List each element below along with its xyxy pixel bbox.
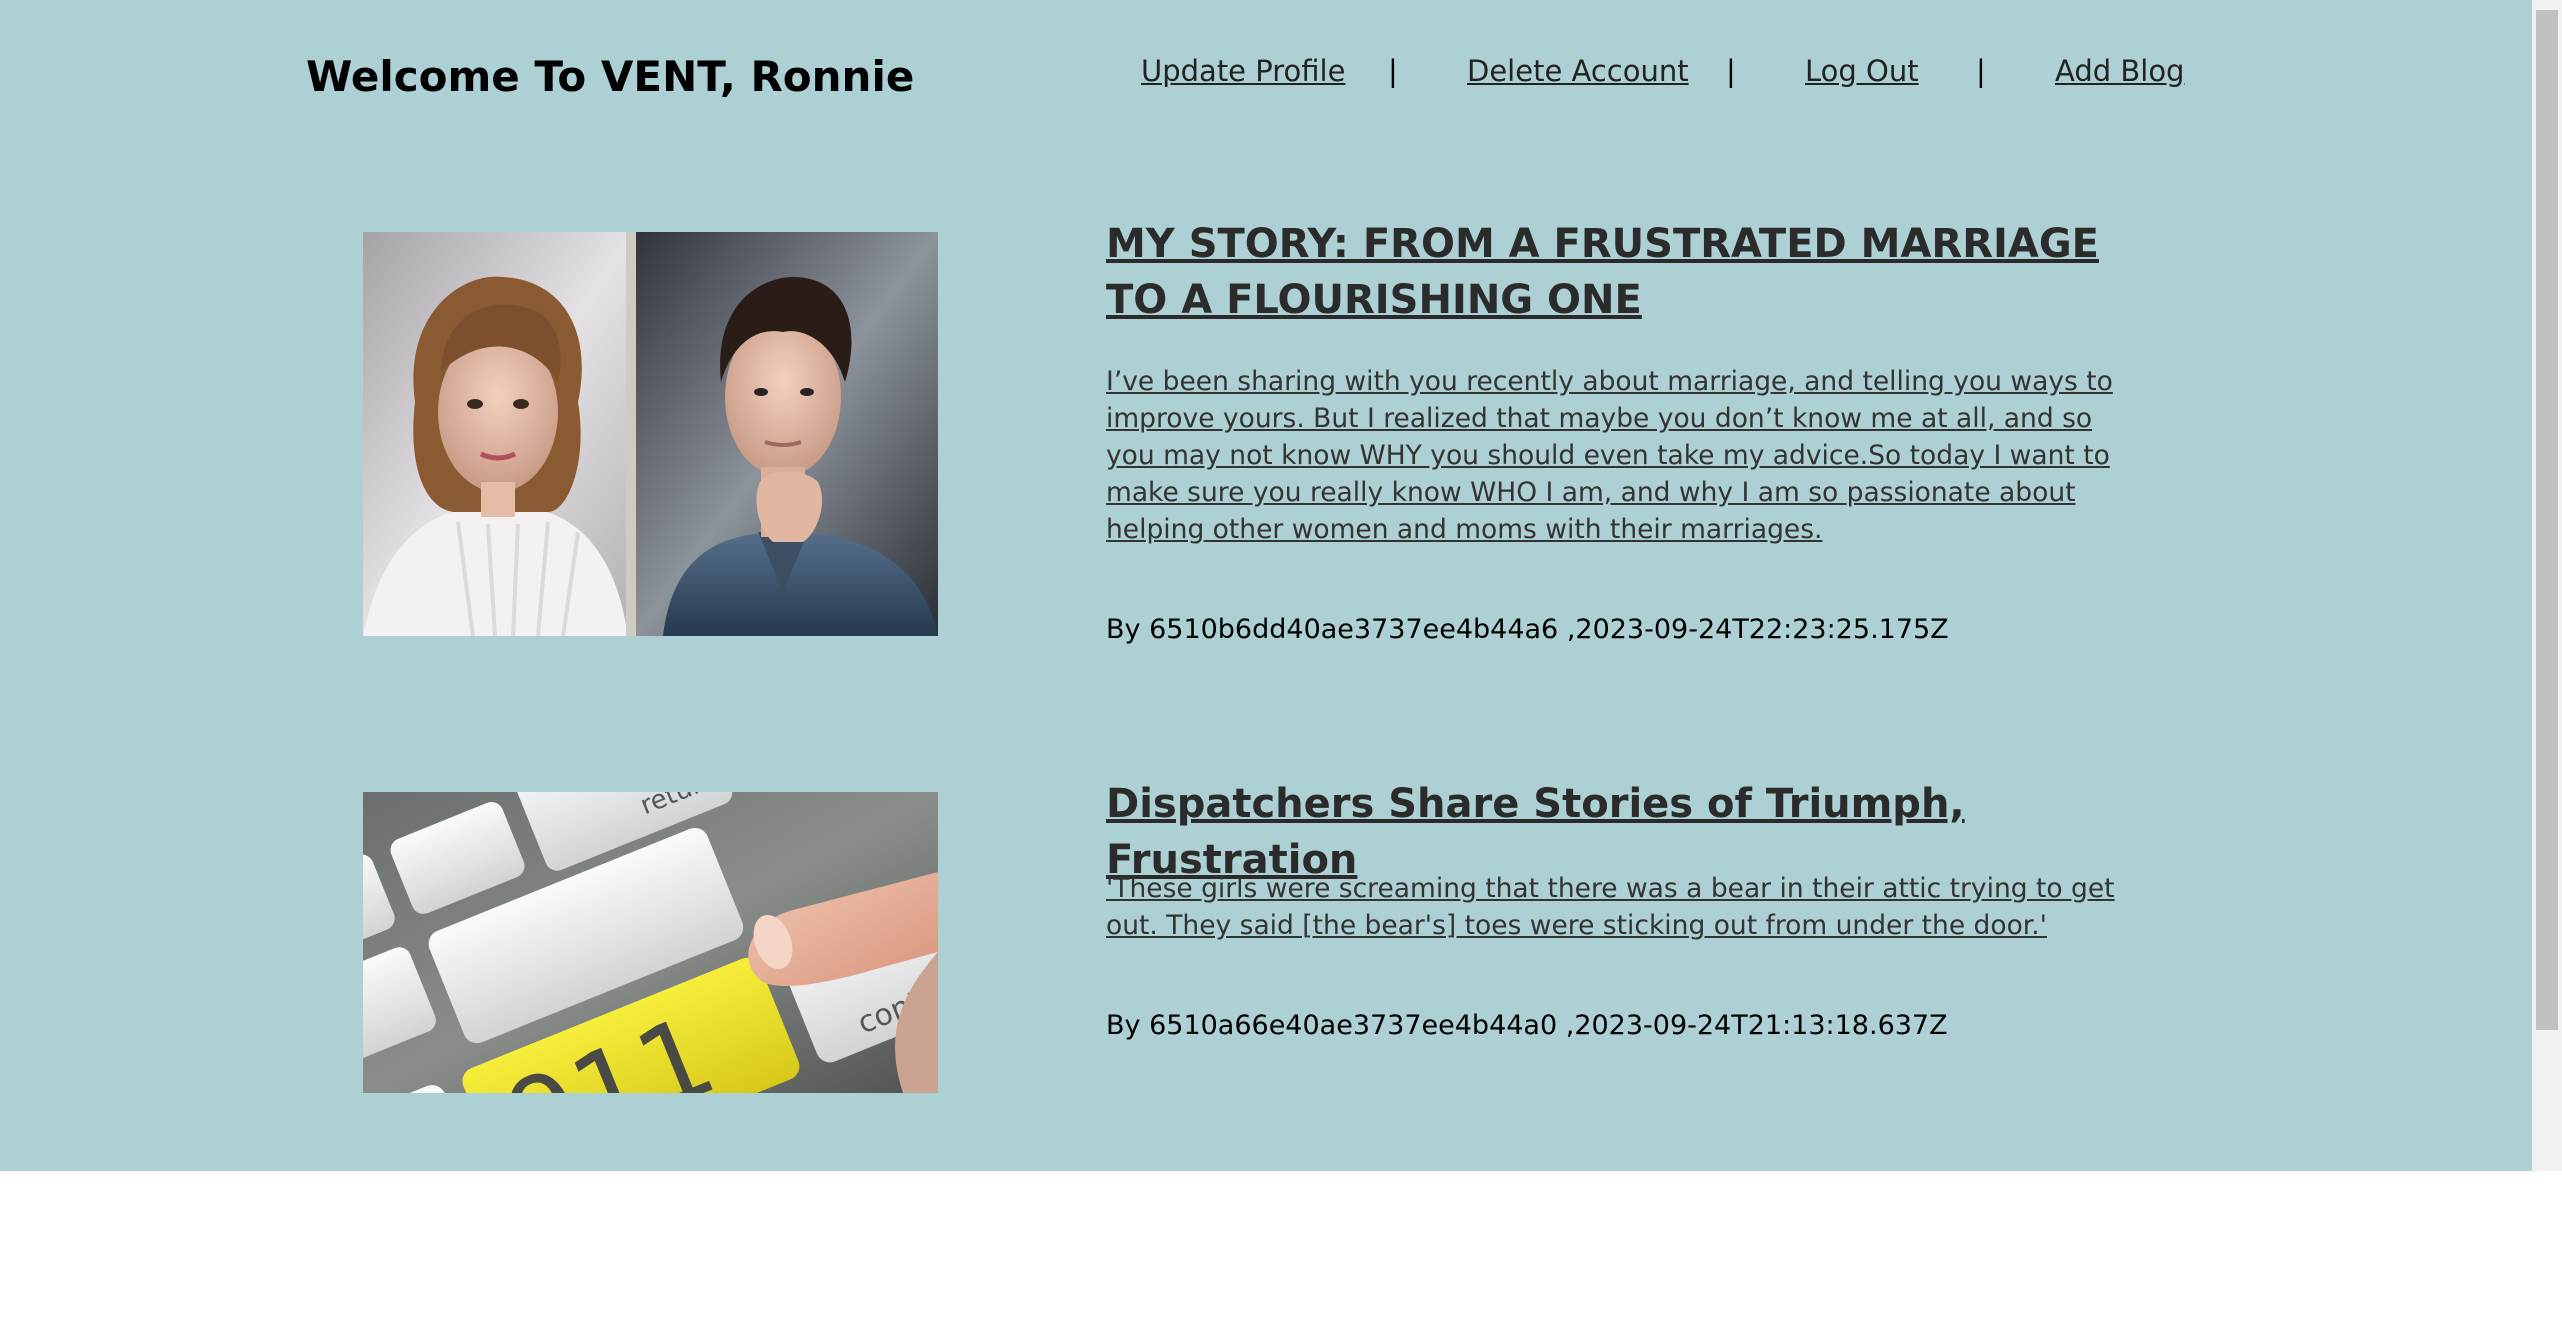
blog-excerpt-link[interactable]: 'These girls were screaming that there w… [1106, 870, 2116, 944]
add-blog-link[interactable]: Add Blog [2055, 54, 2184, 88]
blog-title-link[interactable]: MY STORY: FROM A FRUSTRATED MARRIAGE TO … [1106, 216, 2126, 328]
blog-thumbnail-couple-photo[interactable] [363, 232, 938, 636]
delete-account-link[interactable]: Delete Account [1467, 54, 1689, 88]
page-background: Welcome To VENT, Ronnie Update Profile |… [0, 0, 2532, 1171]
blog-thumbnail-911-key[interactable]: enter return 911 alt control [363, 792, 938, 1093]
nav-separator: | [1388, 54, 1398, 88]
welcome-heading: Welcome To VENT, Ronnie [306, 52, 915, 101]
blog-author-date: By 6510b6dd40ae3737ee4b44a6 ,2023-09-24T… [1106, 614, 1949, 645]
vertical-scrollbar[interactable] [2532, 0, 2562, 1171]
log-out-link[interactable]: Log Out [1805, 54, 1919, 88]
nav-separator: | [1976, 54, 1986, 88]
update-profile-link[interactable]: Update Profile [1141, 54, 1345, 88]
blog-author-date: By 6510a66e40ae3737ee4b44a0 ,2023-09-24T… [1106, 1010, 1948, 1041]
nav-separator: | [1726, 54, 1736, 88]
scrollbar-thumb[interactable] [2536, 10, 2558, 1030]
blog-excerpt-link[interactable]: I’ve been sharing with you recently abou… [1106, 363, 2116, 548]
